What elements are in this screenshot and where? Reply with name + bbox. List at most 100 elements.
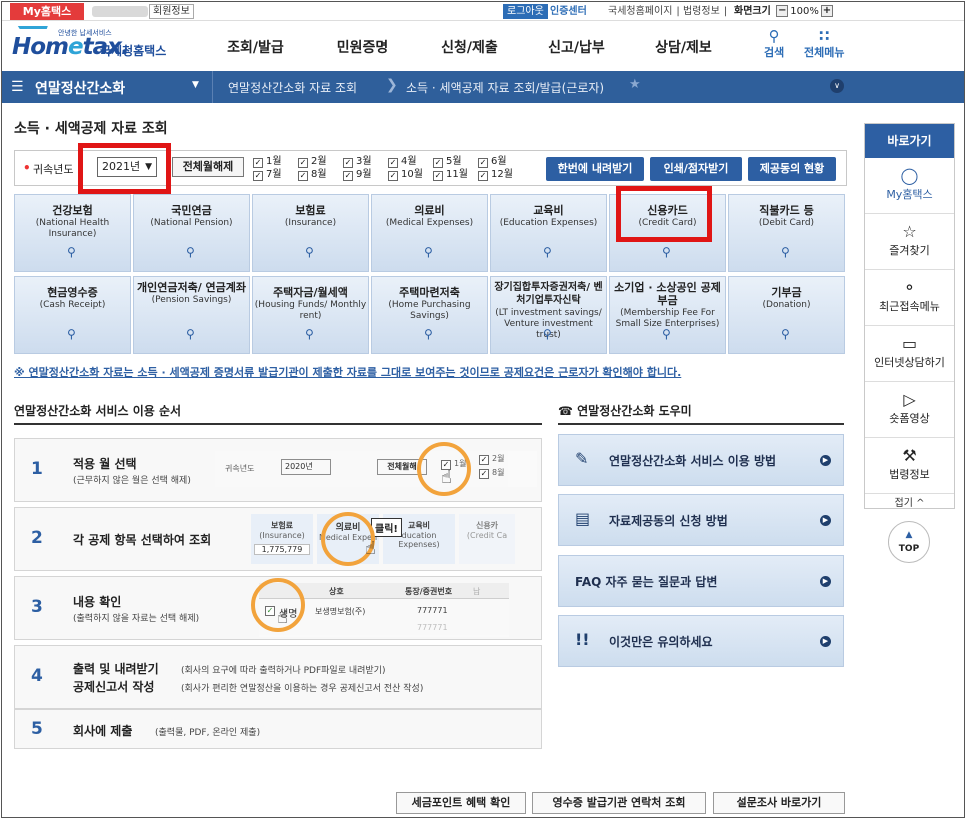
gnb-consulting[interactable]: 상담/제보 [630,22,737,70]
month-11[interactable]: ✓ 11월 [433,168,478,181]
month-8[interactable]: ✓ 8월 [298,168,343,181]
tile-national-pension[interactable]: 국민연금 (National Pension) ⚲ [133,194,250,272]
checkbox-checked-icon[interactable]: ✓ [478,158,488,168]
favorite-star-icon[interactable]: ★ [629,77,641,92]
tax-point-button[interactable]: 세금포인트 혜택 확인 [396,792,526,814]
month-10[interactable]: ✓ 10월 [388,168,433,181]
checkbox-checked-icon[interactable]: ✓ [388,158,398,168]
tile-health-insurance[interactable]: 건강보험 (National Health Insurance) ⚲ [14,194,131,272]
consent-status-button[interactable]: 제공동의 현황 [748,157,836,181]
month-label: 6월 [491,156,507,167]
header-all-menu[interactable]: ∷ 전체메뉴 [804,28,844,60]
tile-home-purchasing-savings[interactable]: 주택마련저축 (Home Purchasing Savings) ⚲ [371,276,488,354]
quick-favorites[interactable]: ☆ 즐겨찾기 [865,214,954,270]
person-icon: ◯ [900,166,919,185]
zoom-in-button[interactable]: + [820,5,833,17]
tile-debit-card[interactable]: 직불카드 등 (Debit Card) ⚲ [728,194,845,272]
gnb-certificate[interactable]: 민원증명 [309,22,416,70]
month-2[interactable]: ✓ 2월 [298,155,343,168]
breadcrumb-1[interactable]: 연말정산간소화 자료 조회 [228,79,357,96]
checkbox-checked-icon[interactable]: ✓ [253,158,263,168]
tile-sublabel: (Medical Expenses) [385,218,474,228]
quick-recent-menu[interactable]: ⚬ 최근접속메뉴 [865,270,954,326]
tile-label: 직불카드 등 [759,204,814,217]
tile-housing-funds[interactable]: 주택자금/월세액 (Housing Funds/ Monthly rent) ⚲ [252,276,369,354]
tile-label: 보험료 [295,204,326,217]
arrow-up-icon: ▲ [905,530,913,540]
zoom-control: 화면크기 −100% + [734,4,835,19]
breadcrumb-2[interactable]: 소득 · 세액공제 자료 조회/발급(근로자) [406,79,604,96]
cert-center-link[interactable]: 인증센터 [550,4,587,19]
scroll-top-button[interactable]: ▲ TOP [888,521,930,563]
tile-insurance[interactable]: 보험료 (Insurance) ⚲ [252,194,369,272]
month-9[interactable]: ✓ 9월 [343,168,388,181]
help-faq[interactable]: FAQ 자주 묻는 질문과 답변 ▶ [558,555,844,607]
help-caution[interactable]: !! 이것만은 유의하세요 ▶ [558,615,844,667]
my-hometax-badge[interactable]: My홈택스 [10,3,84,20]
month-12[interactable]: ✓ 12월 [478,168,523,181]
help-consent-guide[interactable]: ▤ 자료제공동의 신청 방법 ▶ [558,494,844,546]
quick-fold-button[interactable]: 접기 ^ [865,494,954,514]
caret-down-icon[interactable]: ▼ [192,80,199,90]
step-title: 출력 및 내려받기 [73,662,159,676]
header-search[interactable]: ⚲ 검색 [764,28,784,60]
search-icon: ⚲ [424,327,433,341]
tile-label: 국민연금 [171,204,212,217]
checkbox-checked-icon[interactable]: ✓ [478,171,488,181]
receipt-contact-button[interactable]: 영수증 발급기관 연락처 조회 [532,792,706,814]
quick-shortform-video[interactable]: ▷ 숏폼영상 [865,382,954,438]
checkbox-checked-icon[interactable]: ✓ [253,171,263,181]
checkbox-checked-icon[interactable]: ✓ [298,158,308,168]
month-4[interactable]: ✓ 4월 [388,155,433,168]
step-desc: (회사의 요구에 따라 출력하거나 PDF파일로 내려받기) [181,666,386,676]
star-icon: ☆ [902,222,917,241]
checkbox-checked-icon[interactable]: ✓ [433,171,443,181]
quick-law-info[interactable]: ⚒ 법령정보 [865,438,954,494]
checkbox-checked-icon[interactable]: ✓ [298,171,308,181]
print-braille-button[interactable]: 인쇄/점자받기 [650,157,742,181]
chevron-down-icon[interactable]: ∨ [830,79,844,93]
month-6[interactable]: ✓ 6월 [478,155,523,168]
member-info-link[interactable]: 회원정보 [149,4,194,19]
tile-cash-receipt[interactable]: 현금영수증 (Cash Receipt) ⚲ [14,276,131,354]
quick-online-consult[interactable]: ▭ 인터넷상담하기 [865,326,954,382]
clear-all-months-button[interactable]: 전체월해제 [172,157,244,177]
gnb-filing[interactable]: 신고/납부 [523,22,630,70]
checkbox-checked-icon[interactable]: ✓ [343,171,353,181]
help-usage-guide[interactable]: ✎ 연말정산간소화 서비스 이용 방법 ▶ [558,434,844,486]
headset-icon: ☎ [558,404,578,418]
checkbox-checked-icon[interactable]: ✓ [433,158,443,168]
tile-label: 장기집합투자증권저축/ 벤처기업투자신탁 [494,282,603,306]
logout-button[interactable]: 로그아웃 [503,4,548,19]
law-info-link[interactable]: 법령정보 [683,6,720,17]
search-icon: ⚲ [662,327,671,341]
tile-label: 소기업 · 소상공인 공제부금 [614,281,721,307]
download-all-button[interactable]: 한번에 내려받기 [546,157,644,181]
tile-label: 주택마련저축 [399,286,460,299]
checkbox-checked-icon[interactable]: ✓ [388,171,398,181]
tile-small-enterprise[interactable]: 소기업 · 소상공인 공제부금 (Membership Fee For Small… [609,276,726,354]
quick-my-hometax[interactable]: ◯ My홈택스 [865,158,954,214]
search-icon: ⚲ [768,27,780,45]
tile-pension-savings[interactable]: 개인연금저축/ 연금계좌 (Pension Savings) ⚲ [133,276,250,354]
month-3[interactable]: ✓ 3월 [343,155,388,168]
notice-text[interactable]: ※ 연말정산간소화 자료는 소득 · 세액공제 증명서류 발급기관이 제출한 자… [14,364,681,380]
tile-donation[interactable]: 기부금 (Donation) ⚲ [728,276,845,354]
month-1[interactable]: ✓ 1월 [253,155,298,168]
zoom-out-button[interactable]: − [776,5,789,17]
nav-section-title[interactable]: 연말정산간소화 [35,78,125,98]
tile-medical-expenses[interactable]: 의료비 (Medical Expenses) ⚲ [371,194,488,272]
month-7[interactable]: ✓ 7월 [253,168,298,181]
nts-homepage-link[interactable]: 국세청홈페이지 [608,6,672,17]
gnb-inquiry[interactable]: 조회/발급 [202,22,309,70]
tile-lt-investment[interactable]: 장기집합투자증권저축/ 벤처기업투자신탁 (LT investment savin… [490,276,607,354]
survey-button[interactable]: 설문조사 바로가기 [713,792,845,814]
mock-year-select: 2020년 [281,459,331,475]
gnb-application[interactable]: 신청/제출 [416,22,523,70]
month-5[interactable]: ✓ 5월 [433,155,478,168]
help-label: 자료제공동의 신청 방법 [609,514,728,528]
step-4: 4 출력 및 내려받기 (회사의 요구에 따라 출력하거나 PDF파일로 내려받… [14,645,542,709]
tile-education-expenses[interactable]: 교육비 (Education Expenses) ⚲ [490,194,607,272]
hamburger-icon[interactable]: ☰ [11,79,24,95]
checkbox-checked-icon[interactable]: ✓ [343,158,353,168]
